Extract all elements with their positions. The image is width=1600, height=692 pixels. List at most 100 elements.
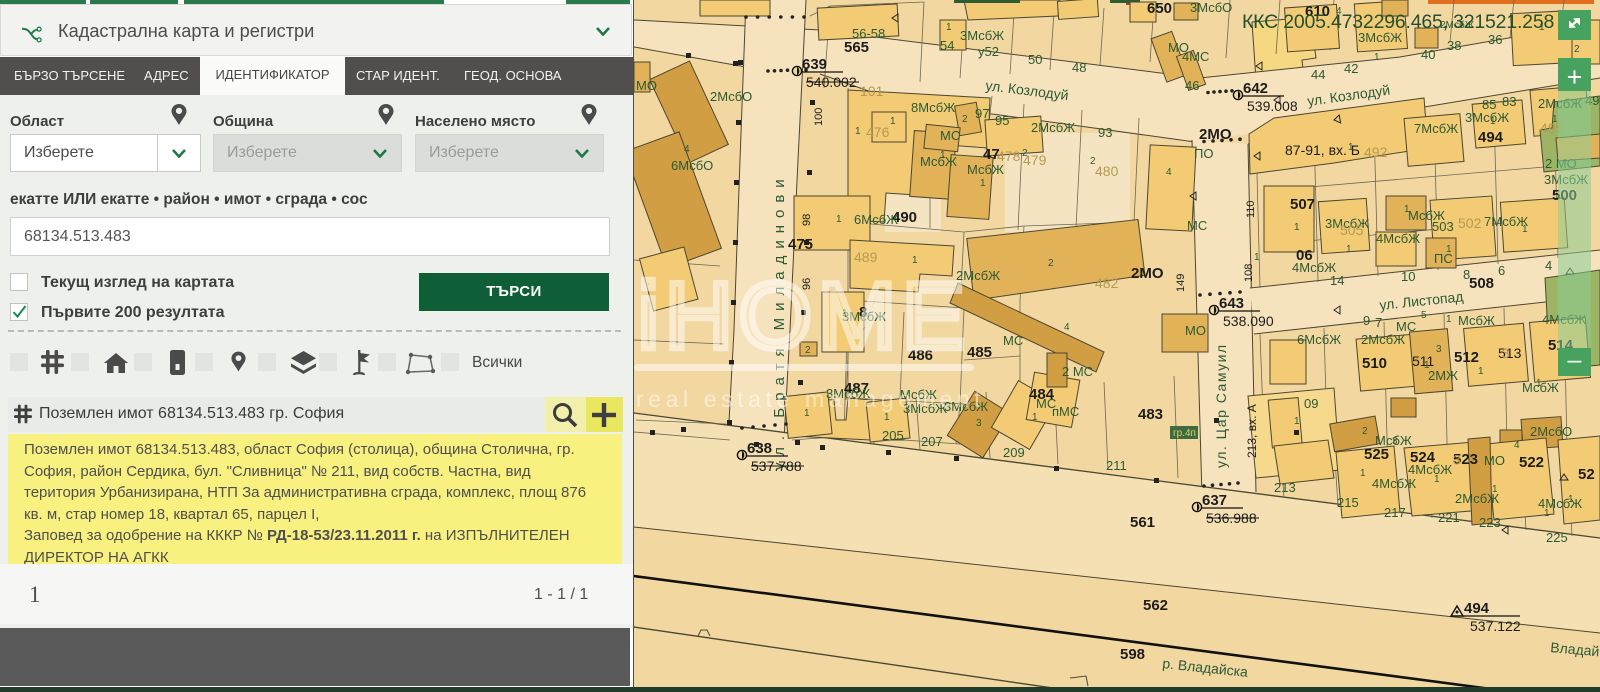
svg-text:525: 525 bbox=[1364, 446, 1389, 463]
svg-text:492: 492 bbox=[1364, 144, 1388, 160]
svg-text:639: 639 bbox=[802, 56, 827, 73]
svg-text:538.090: 538.090 bbox=[1223, 313, 1274, 329]
svg-text:213, вх. А: 213, вх. А bbox=[1245, 404, 1259, 458]
svg-text:ул. Цар Самуил: ул. Цар Самуил bbox=[1213, 343, 1229, 468]
svg-text:2: 2 bbox=[1362, 426, 1368, 437]
svg-text:1: 1 bbox=[1346, 244, 1352, 255]
svg-text:1: 1 bbox=[855, 126, 861, 137]
svg-text:54: 54 bbox=[940, 38, 954, 53]
svg-text:3: 3 bbox=[1392, 436, 1398, 447]
svg-text:483: 483 bbox=[1138, 406, 1163, 423]
svg-text:1: 1 bbox=[1032, 412, 1038, 423]
svg-text:1: 1 bbox=[1446, 244, 1452, 255]
svg-text:4: 4 bbox=[1514, 440, 1520, 451]
svg-text:1: 1 bbox=[884, 412, 890, 423]
svg-text:2: 2 bbox=[1090, 156, 1096, 167]
svg-text:4: 4 bbox=[1545, 258, 1552, 273]
svg-text:1: 1 bbox=[1424, 360, 1430, 371]
svg-text:6МсбО: 6МсбО bbox=[671, 158, 713, 173]
svg-text:482: 482 bbox=[1095, 275, 1119, 291]
svg-text:221: 221 bbox=[1438, 510, 1460, 525]
svg-text:МО: МО bbox=[1185, 323, 1206, 338]
svg-text:3: 3 bbox=[1502, 345, 1510, 361]
svg-text:42: 42 bbox=[1344, 61, 1358, 76]
svg-text:1: 1 bbox=[1568, 494, 1574, 505]
svg-text:8: 8 bbox=[1463, 267, 1470, 282]
svg-text:539.008: 539.008 bbox=[1247, 98, 1298, 114]
svg-text:101: 101 bbox=[860, 83, 884, 99]
svg-text:1: 1 bbox=[946, 22, 952, 33]
svg-text:475: 475 bbox=[788, 236, 813, 253]
svg-text:537.122: 537.122 bbox=[1470, 618, 1521, 634]
svg-text:98: 98 bbox=[801, 214, 813, 226]
svg-text:14: 14 bbox=[1330, 273, 1344, 288]
svg-text:3МсбО: 3МсбО bbox=[1190, 0, 1232, 15]
svg-text:108: 108 bbox=[1243, 264, 1255, 282]
svg-text:5: 5 bbox=[1421, 310, 1427, 321]
svg-text:93: 93 bbox=[1098, 125, 1112, 140]
svg-text:502: 502 bbox=[1458, 215, 1482, 231]
svg-text:223: 223 bbox=[1479, 515, 1501, 530]
svg-text:1: 1 bbox=[1294, 416, 1300, 427]
svg-text:83: 83 bbox=[1502, 94, 1516, 109]
svg-text:225: 225 bbox=[1546, 530, 1568, 545]
svg-text:561: 561 bbox=[1130, 514, 1155, 531]
svg-text:МО: МО bbox=[636, 78, 657, 93]
svg-text:36: 36 bbox=[1488, 32, 1502, 47]
svg-text:2МсбО: 2МсбО bbox=[1530, 424, 1572, 439]
svg-text:4МС: 4МС bbox=[1182, 49, 1209, 64]
svg-text:637: 637 bbox=[1202, 492, 1227, 509]
svg-text:1: 1 bbox=[836, 214, 842, 225]
svg-text:1: 1 bbox=[1522, 224, 1528, 235]
svg-text:ул. Козлодуй: ул. Козлодуй bbox=[985, 77, 1070, 103]
svg-text:1: 1 bbox=[1544, 508, 1550, 519]
svg-text:38: 38 bbox=[1447, 38, 1461, 53]
svg-text:1: 1 bbox=[1490, 116, 1496, 127]
svg-text:2МсбО: 2МсбО bbox=[710, 89, 752, 104]
svg-text:1: 1 bbox=[1374, 52, 1380, 63]
svg-text:2: 2 bbox=[962, 114, 968, 125]
svg-text:478: 478 bbox=[997, 148, 1021, 164]
svg-text:3: 3 bbox=[1453, 452, 1461, 468]
svg-text:4МсбЖ: 4МсбЖ bbox=[1408, 462, 1452, 477]
svg-text:505: 505 bbox=[1340, 222, 1364, 238]
svg-text:48: 48 bbox=[1072, 60, 1086, 75]
svg-text:гр.4п: гр.4п bbox=[1173, 428, 1196, 439]
svg-text:6МсбЖ: 6МсбЖ bbox=[1297, 332, 1341, 347]
svg-text:у52: у52 bbox=[978, 44, 999, 59]
svg-text:50: 50 bbox=[1028, 52, 1042, 67]
svg-text:46: 46 bbox=[1185, 78, 1199, 93]
svg-text:512: 512 bbox=[1454, 349, 1479, 366]
svg-text:650: 650 bbox=[1147, 0, 1172, 17]
svg-text:1: 1 bbox=[1478, 366, 1484, 377]
svg-text:205: 205 bbox=[882, 428, 904, 443]
svg-text:1: 1 bbox=[1446, 314, 1452, 325]
svg-text:209: 209 bbox=[1003, 445, 1025, 460]
svg-text:4МсбЖ: 4МсбЖ bbox=[1376, 231, 1420, 246]
svg-text:56-58: 56-58 bbox=[852, 26, 885, 41]
svg-text:1: 1 bbox=[1254, 252, 1260, 263]
svg-text:4: 4 bbox=[1166, 167, 1172, 178]
svg-text:2: 2 bbox=[1022, 148, 1028, 159]
svg-text:1: 1 bbox=[1434, 474, 1440, 485]
svg-text:3: 3 bbox=[1436, 344, 1442, 355]
svg-text:МсбЖ: МсбЖ bbox=[920, 154, 957, 169]
svg-text:МС: МС bbox=[1187, 218, 1207, 233]
svg-text:4: 4 bbox=[684, 144, 690, 155]
svg-text:1: 1 bbox=[1360, 468, 1366, 479]
svg-text:МсбЖ: МсбЖ bbox=[967, 162, 1004, 177]
svg-text:494: 494 bbox=[1464, 600, 1490, 617]
svg-text:2: 2 bbox=[1574, 44, 1580, 55]
svg-text:565: 565 bbox=[844, 39, 869, 56]
svg-text:МС: МС bbox=[940, 128, 960, 143]
svg-text:Владай: Владай bbox=[1550, 639, 1600, 659]
svg-text:2МЖ: 2МЖ bbox=[1428, 368, 1458, 383]
svg-text:215: 215 bbox=[1337, 495, 1359, 510]
svg-text:2МО: 2МО bbox=[1131, 265, 1164, 282]
svg-text:1: 1 bbox=[1348, 142, 1354, 153]
svg-text:211: 211 bbox=[1106, 458, 1127, 473]
svg-text:6МсбЖ: 6МсбЖ bbox=[854, 212, 898, 227]
svg-text:217: 217 bbox=[1384, 505, 1406, 520]
svg-text:52: 52 bbox=[1578, 466, 1595, 483]
svg-text:ул. Козлодуй: ул. Козлодуй bbox=[1306, 82, 1391, 109]
